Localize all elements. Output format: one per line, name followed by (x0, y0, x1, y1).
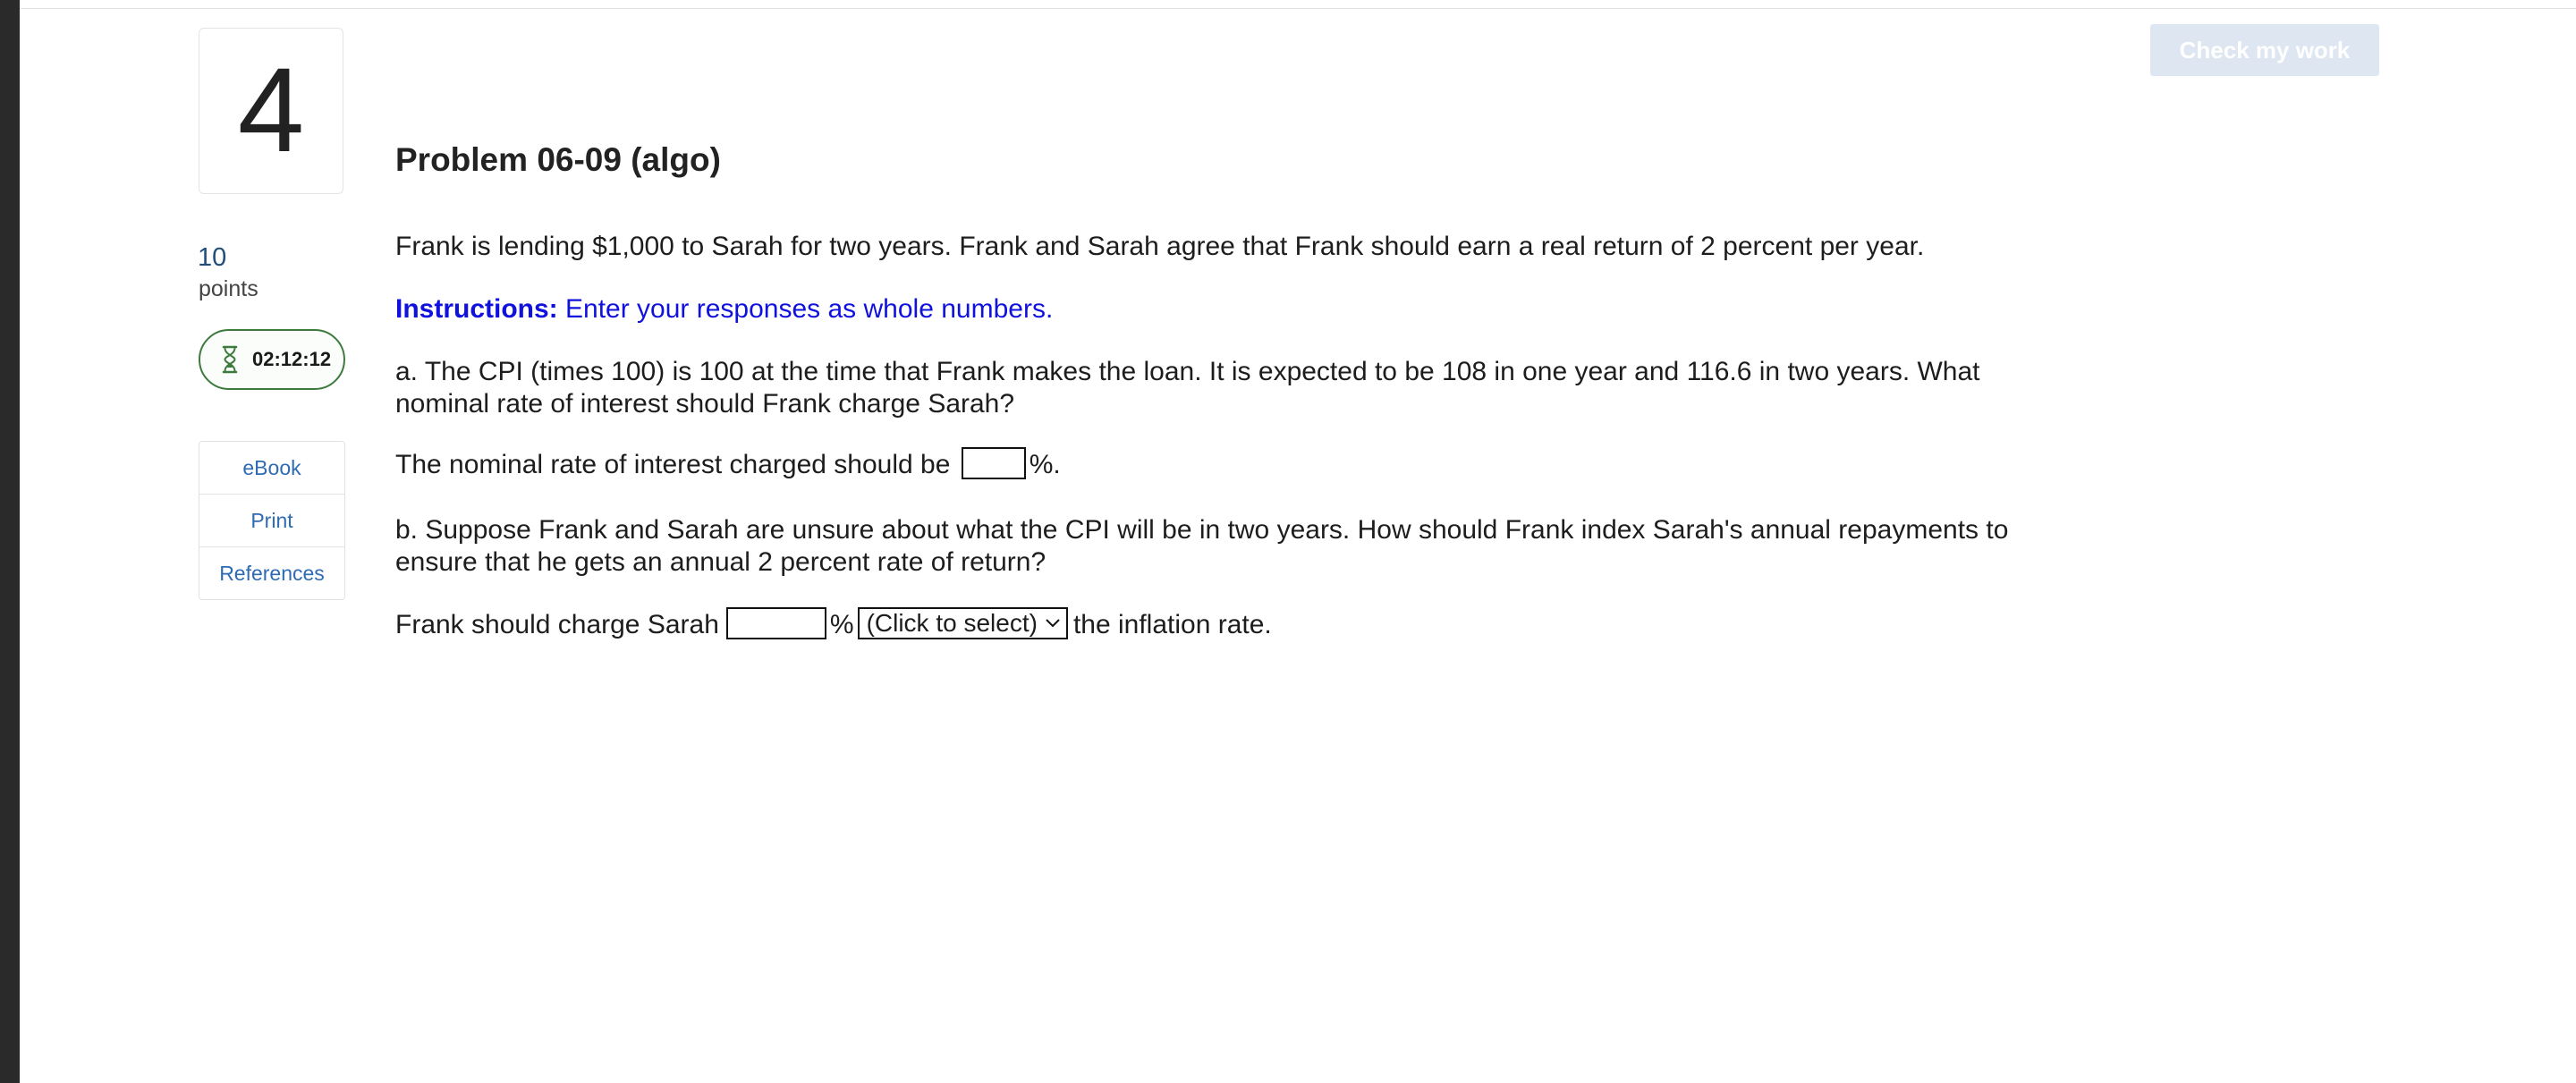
print-link[interactable]: Print (199, 495, 344, 547)
points-value: 10 (198, 243, 227, 272)
index-direction-select[interactable]: (Click to select) (857, 607, 1068, 640)
side-links-panel: eBook Print References (199, 441, 345, 600)
nominal-rate-input[interactable] (961, 447, 1026, 480)
percent-sign: % (829, 610, 854, 640)
problem-intro: Frank is lending $1,000 to Sarah for two… (395, 232, 1925, 261)
points-label: points (199, 276, 258, 301)
instructions: Instructions: Enter your responses as wh… (395, 293, 2095, 326)
timer-text: 02:12:12 (252, 348, 332, 370)
instructions-label: Instructions: (395, 294, 558, 324)
question-number: 4 (199, 28, 343, 194)
part-a-question: a. The CPI (times 100) is 100 at the tim… (395, 357, 1980, 419)
select-value: (Click to select) (866, 609, 1038, 638)
references-link[interactable]: References (199, 547, 344, 599)
instructions-text: Enter your responses as whole numbers. (557, 294, 1054, 324)
check-my-work-button[interactable]: Check my work (2150, 24, 2379, 76)
charge-rate-input[interactable] (725, 607, 826, 640)
part-b-answer-row: Frank should charge Sarah% (Click to sele… (395, 607, 2095, 642)
part-a-answer-row: The nominal rate of interest charged sho… (395, 447, 2095, 482)
answer-b-prefix: Frank should charge Sarah (395, 610, 719, 640)
answer-a-prefix: The nominal rate of interest charged sho… (395, 450, 951, 479)
timer-badge: 02:12:12 (199, 329, 345, 390)
answer-b-suffix: the inflation rate. (1072, 610, 1272, 640)
part-b-question: b. Suppose Frank and Sarah are unsure ab… (395, 515, 2009, 578)
problem-title: Problem 06-09 (algo) (395, 141, 721, 178)
window-left-edge (0, 0, 20, 1083)
top-divider (20, 8, 2576, 9)
problem-content: Frank is lending $1,000 to Sarah for two… (395, 231, 2095, 642)
hourglass-icon (222, 345, 238, 374)
answer-a-suffix: %. (1029, 450, 1061, 479)
chevron-down-icon (1046, 619, 1060, 628)
ebook-link[interactable]: eBook (199, 442, 344, 495)
